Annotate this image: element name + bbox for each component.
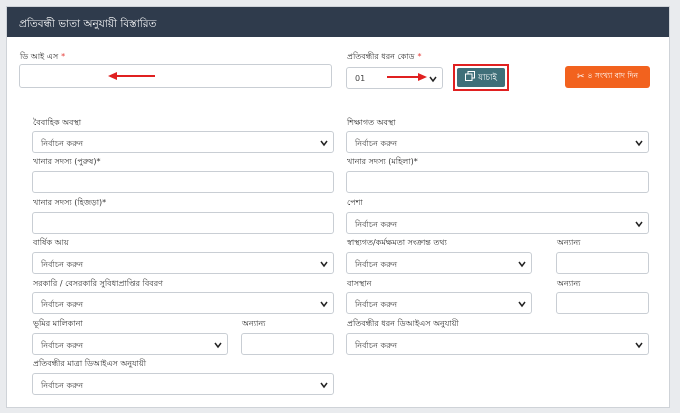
land-select[interactable]: নির্বাচন করুন: [32, 333, 228, 355]
disability-type-label: প্রতিবন্ধীর ধরন কোড *: [347, 52, 422, 61]
dis-input[interactable]: [19, 64, 332, 88]
chevron-down-icon: [320, 139, 328, 147]
red-arrow-right-icon: [387, 72, 427, 82]
housing-label: বাসস্থান: [347, 279, 372, 288]
chevron-down-icon: [429, 75, 437, 83]
panel-title: প্রতিবন্ধী ভাতা অনুযায়ী বিস্তারিত: [7, 7, 669, 37]
copy-icon: [465, 71, 476, 84]
household-male-input[interactable]: [32, 171, 334, 193]
chevron-down-icon: [320, 300, 328, 308]
remove-digits-button[interactable]: ✂ ৪ সংখ্যা বাদ দিন: [565, 66, 650, 88]
degree-dis-select[interactable]: নির্বাচন করুন: [32, 373, 334, 395]
type-dis-select[interactable]: নির্বাচন করুন: [346, 333, 649, 355]
annual-income-label: বার্ষিক আয়: [33, 238, 69, 247]
govt-benefit-select[interactable]: নির্বাচন করুন: [32, 292, 334, 314]
education-label: শিক্ষাগত অবস্থা: [347, 118, 396, 127]
chevron-down-icon: [518, 260, 526, 268]
scissors-icon: ✂: [577, 72, 585, 82]
occupation-select[interactable]: নির্বাচন করুন: [346, 212, 649, 234]
housing-other-input[interactable]: [556, 292, 649, 314]
red-arrow-left-icon: [108, 71, 156, 81]
housing-select[interactable]: নির্বাচন করুন: [346, 292, 532, 314]
housing-other-label: অন্যান্য: [557, 279, 581, 288]
degree-dis-label: প্রতিবন্ধীর মাত্রা ডিআইএস অনুযায়ী: [33, 359, 147, 368]
remove-digits-label: ৪ সংখ্যা বাদ দিন: [587, 71, 638, 80]
household-male-label: খানার সদস্য (পুরুষ)*: [33, 157, 101, 166]
health-label: স্বাস্থ্যগত/কর্মক্ষমতা সংক্রান্ত তথ্য: [347, 238, 447, 247]
chevron-down-icon: [635, 139, 643, 147]
household-hijra-input[interactable]: [32, 212, 334, 234]
household-female-input[interactable]: [346, 171, 649, 193]
chevron-down-icon: [635, 341, 643, 349]
chevron-down-icon: [320, 381, 328, 389]
chevron-down-icon: [214, 341, 222, 349]
land-label: ভূমির মালিকানা: [33, 319, 83, 328]
health-other-input[interactable]: [556, 252, 649, 274]
land-other-label: অন্যান্য: [242, 319, 266, 328]
chevron-down-icon: [518, 300, 526, 308]
education-select[interactable]: নির্বাচন করুন: [346, 131, 649, 153]
annual-income-select[interactable]: নির্বাচন করুন: [32, 252, 334, 274]
dis-label: ডি আই এস *: [20, 52, 66, 61]
occupation-label: পেশা: [347, 198, 363, 207]
health-select[interactable]: নির্বাচন করুন: [346, 252, 532, 274]
type-dis-label: প্রতিবন্ধীর ধরন ডিআইএস অনুযায়ী: [347, 319, 459, 328]
household-hijra-label: খানার সদস্য (হিজড়া)*: [33, 198, 107, 207]
govt-benefit-label: সরকারি / বেসরকারি সুবিধাপ্রাপ্তির বিবরণ: [33, 279, 163, 288]
household-female-label: খানার সদস্য (মহিলা)*: [347, 157, 418, 166]
chevron-down-icon: [635, 220, 643, 228]
check-button-label: যাচাই: [478, 72, 497, 83]
health-other-label: অন্যান্য: [557, 238, 581, 247]
check-button[interactable]: যাচাই: [453, 64, 509, 91]
marital-label: বৈবাহিক অবস্থা: [33, 118, 82, 127]
marital-select[interactable]: নির্বাচন করুন: [32, 131, 334, 153]
land-other-input[interactable]: [241, 333, 334, 355]
chevron-down-icon: [320, 260, 328, 268]
